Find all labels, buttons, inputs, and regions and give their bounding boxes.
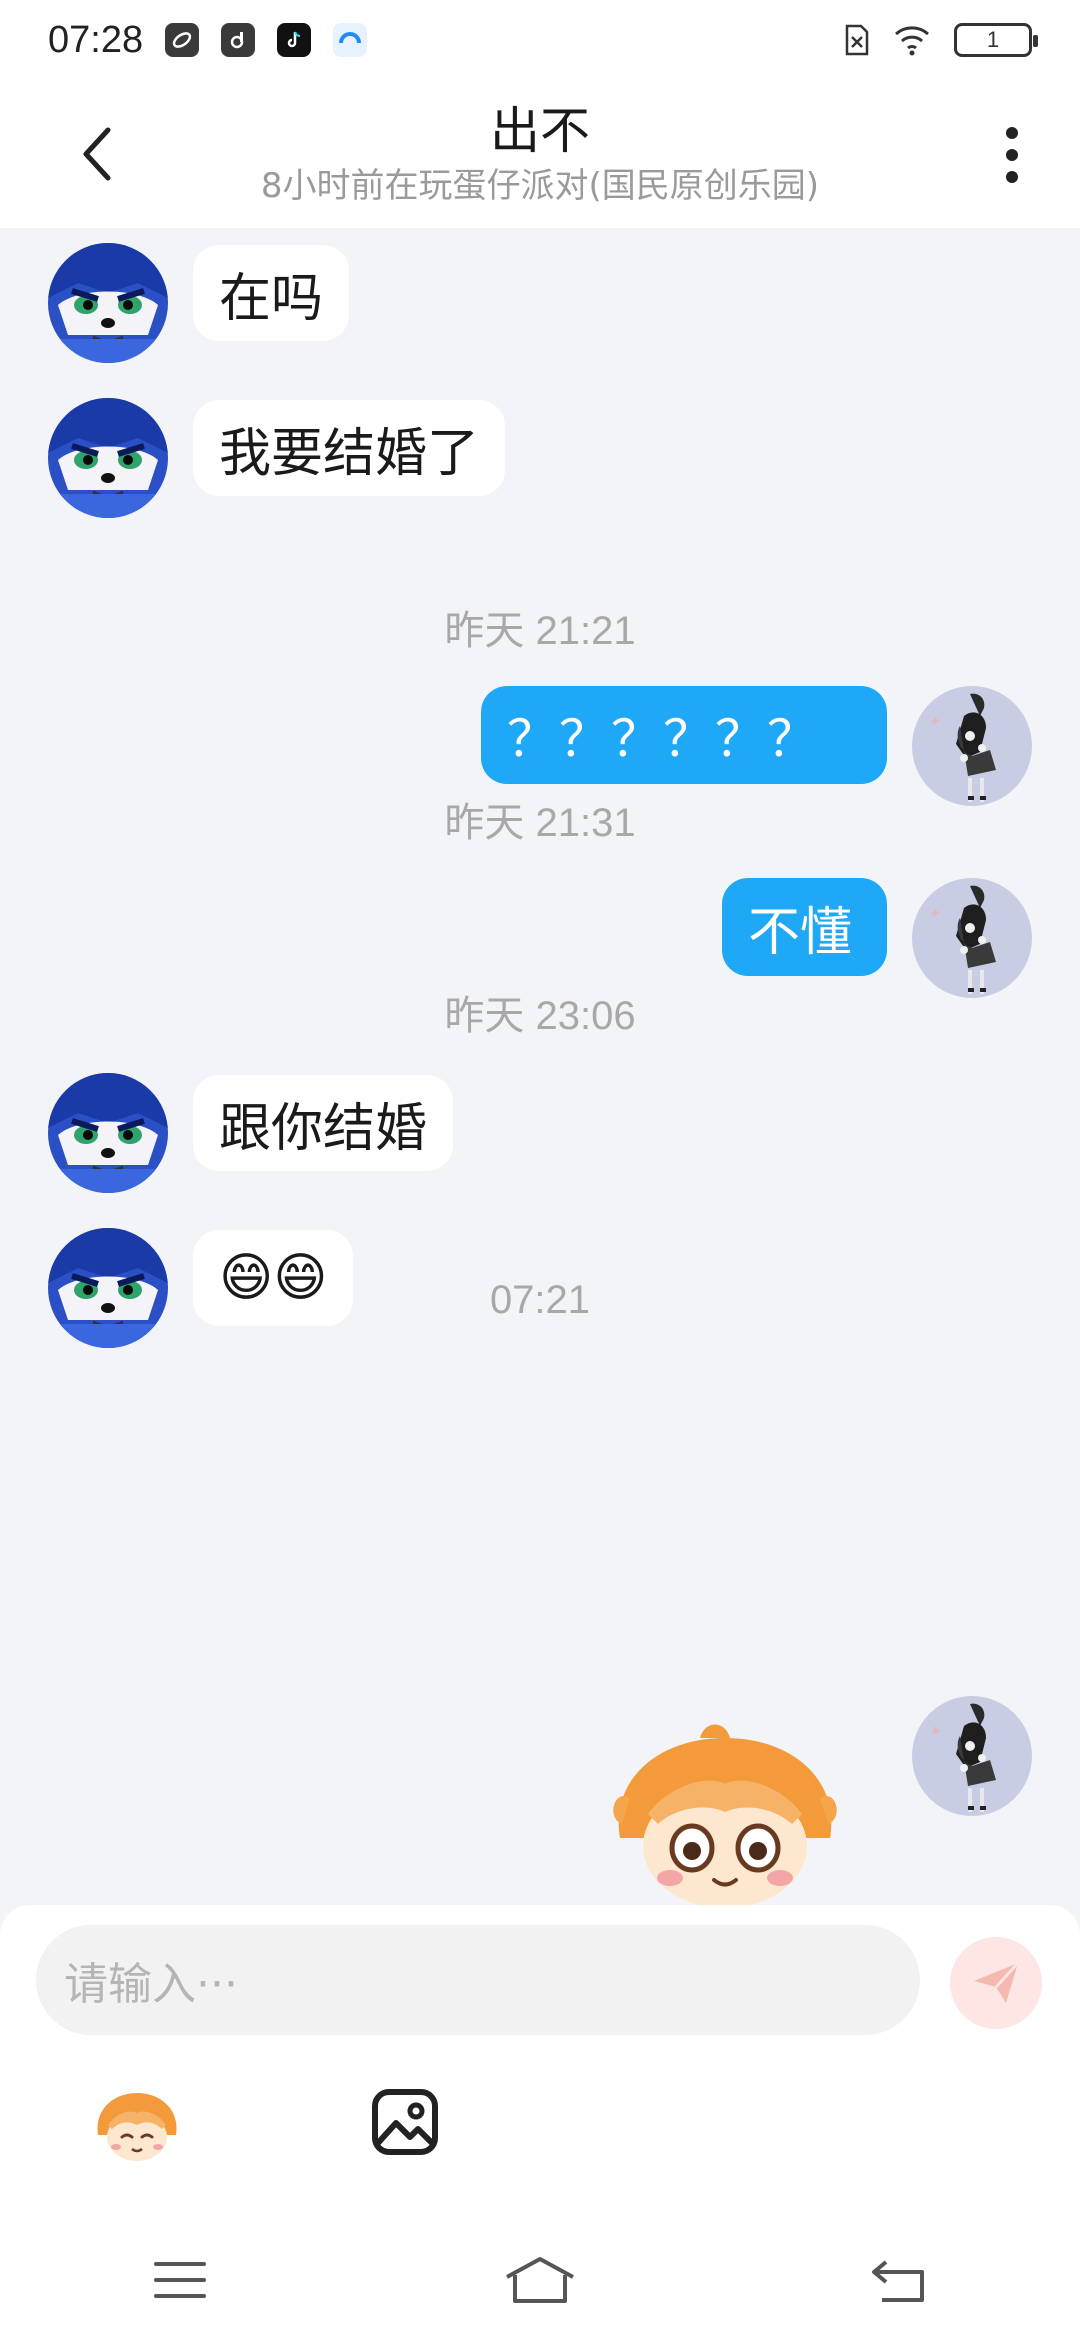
sticker-icon: [97, 2093, 177, 2161]
contact-avatar[interactable]: [48, 243, 168, 363]
chevron-left-icon: [83, 127, 111, 181]
menu-icon: [154, 2262, 206, 2298]
tiktok-icon: [277, 23, 312, 57]
sticker-button[interactable]: [92, 2085, 182, 2165]
contact-status: 8小时前在玩蛋仔派对(国民原创乐园): [260, 166, 820, 206]
incoming-message[interactable]: 在吗: [193, 245, 350, 341]
header-title-block: 出不 8小时前在玩蛋仔派对(国民原创乐园): [261, 99, 819, 209]
contact-name: 出不: [489, 102, 590, 160]
image-button[interactable]: [370, 2087, 440, 2157]
sim-icon: [845, 24, 869, 56]
nav-home-button[interactable]: [495, 2250, 585, 2310]
status-right: 1: [844, 23, 1038, 57]
contact-avatar[interactable]: [48, 1073, 168, 1193]
outgoing-message[interactable]: 不懂: [722, 878, 887, 976]
more-options-button[interactable]: [984, 120, 1040, 190]
timestamp: 昨天 21:21: [444, 609, 636, 653]
battery-indicator: 1: [954, 23, 1038, 57]
system-nav-bar: [0, 2220, 1080, 2340]
my-avatar[interactable]: [912, 878, 1032, 998]
send-button[interactable]: [950, 1937, 1042, 2029]
music-app-icon: [221, 23, 256, 57]
timestamp: 昨天 23:06: [444, 994, 636, 1038]
message-list[interactable]: 在吗 我要结婚了 昨天 21:21 ？？？？？？ 昨天 21:31 不懂 昨天 …: [0, 228, 1080, 1908]
chat-header: 出不 8小时前在玩蛋仔派对(国民原创乐园): [0, 80, 1080, 228]
sticker-message[interactable]: [600, 1718, 850, 1918]
timestamp: 07:21: [489, 1278, 591, 1322]
link-app-icon: [165, 23, 200, 57]
my-avatar[interactable]: [912, 686, 1032, 806]
more-vertical-icon: [1006, 127, 1018, 183]
send-icon: [974, 1961, 1020, 2003]
home-icon: [506, 2257, 574, 2303]
timestamp: 昨天 21:31: [444, 801, 636, 845]
browser-app-icon: [333, 23, 368, 57]
status-left: 07:28: [48, 18, 368, 62]
wifi-icon: [895, 26, 929, 56]
message-input[interactable]: 请输入···: [36, 1925, 920, 2035]
back-button[interactable]: [66, 124, 126, 184]
incoming-message[interactable]: 跟你结婚: [193, 1075, 454, 1171]
my-avatar[interactable]: [912, 1696, 1032, 1816]
incoming-message[interactable]: 我要结婚了: [193, 400, 506, 496]
back-arrow-icon: [872, 2260, 924, 2302]
image-icon: [372, 2089, 438, 2155]
outgoing-message[interactable]: ？？？？？？: [481, 686, 887, 784]
nav-menu-button[interactable]: [135, 2250, 225, 2310]
status-time: 07:28: [48, 18, 144, 61]
status-bar: 07:28 1: [0, 0, 1080, 80]
nav-back-button[interactable]: [855, 2250, 945, 2310]
contact-avatar[interactable]: [48, 398, 168, 518]
